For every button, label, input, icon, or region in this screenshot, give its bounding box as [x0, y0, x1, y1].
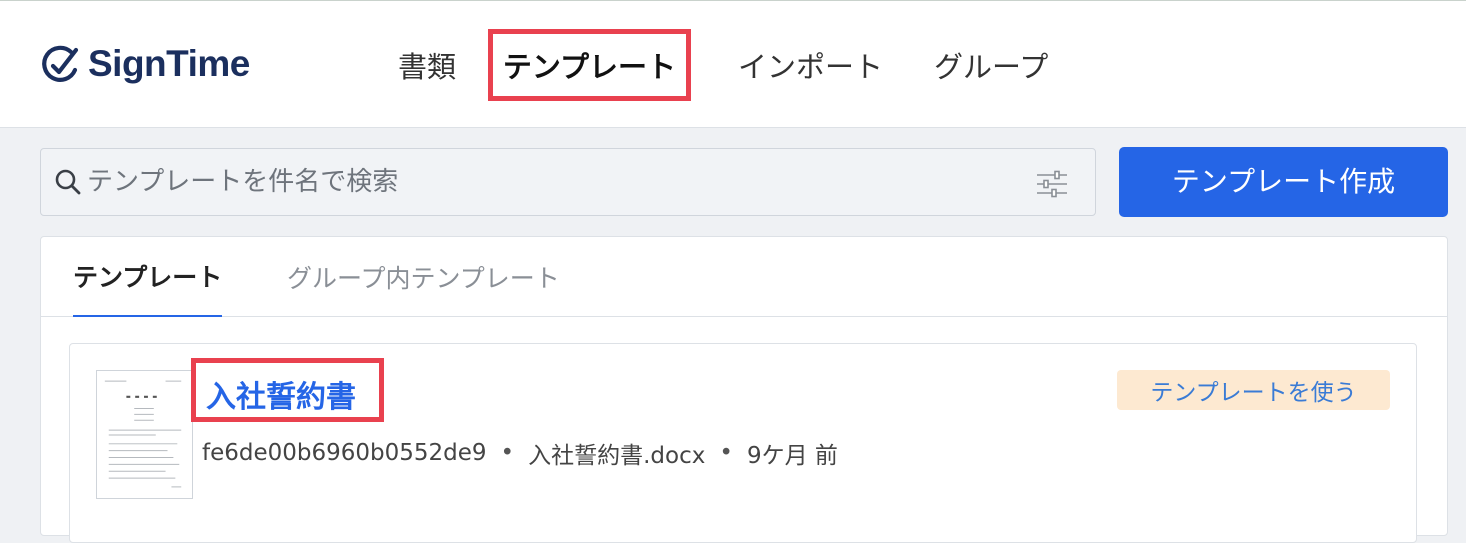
template-id: fe6de00b6960b0552de9 — [202, 440, 487, 466]
search-icon — [55, 169, 81, 195]
template-updated: 9ケ月 前 — [746, 443, 838, 469]
nav-import[interactable]: インポート — [738, 31, 883, 99]
nav-documents[interactable]: 書類 — [398, 31, 456, 99]
meta-separator: • — [500, 440, 515, 466]
nav-groups[interactable]: グループ — [934, 31, 1048, 99]
use-template-button[interactable]: テンプレートを使う — [1117, 370, 1390, 410]
template-title[interactable]: 入社誓約書 — [206, 372, 356, 416]
document-thumbnail[interactable] — [96, 370, 193, 499]
app-header: SignTime 書類 テンプレート インポート グループ — [0, 0, 1466, 128]
meta-separator: • — [719, 440, 733, 466]
tab-group-templates[interactable]: グループ内テンプレート — [287, 237, 560, 317]
signtime-logo[interactable]: SignTime — [40, 39, 250, 89]
sliders-icon[interactable] — [1035, 169, 1069, 199]
template-filename: 入社誓約書.docx — [528, 443, 706, 469]
search-bar — [40, 148, 1096, 216]
pen-check-icon — [42, 45, 79, 82]
template-card[interactable]: 入社誓約書 fe6de00b6960b0552de9 • 入社誓約書.docx … — [69, 343, 1417, 543]
nav-templates[interactable]: テンプレート — [488, 31, 691, 99]
template-panel: テンプレート グループ内テンプレート 入社誓約書 fe6de00b6960b05… — [40, 236, 1448, 543]
template-meta: fe6de00b6960b0552de9 • 入社誓約書.docx • 9ケ月 … — [202, 436, 838, 470]
tab-templates[interactable]: テンプレート — [73, 237, 223, 317]
logo-text: SignTime — [88, 43, 250, 84]
create-template-button[interactable]: テンプレート作成 — [1119, 147, 1448, 217]
search-input[interactable] — [83, 152, 1023, 212]
tab-bar: テンプレート グループ内テンプレート — [41, 237, 1447, 317]
